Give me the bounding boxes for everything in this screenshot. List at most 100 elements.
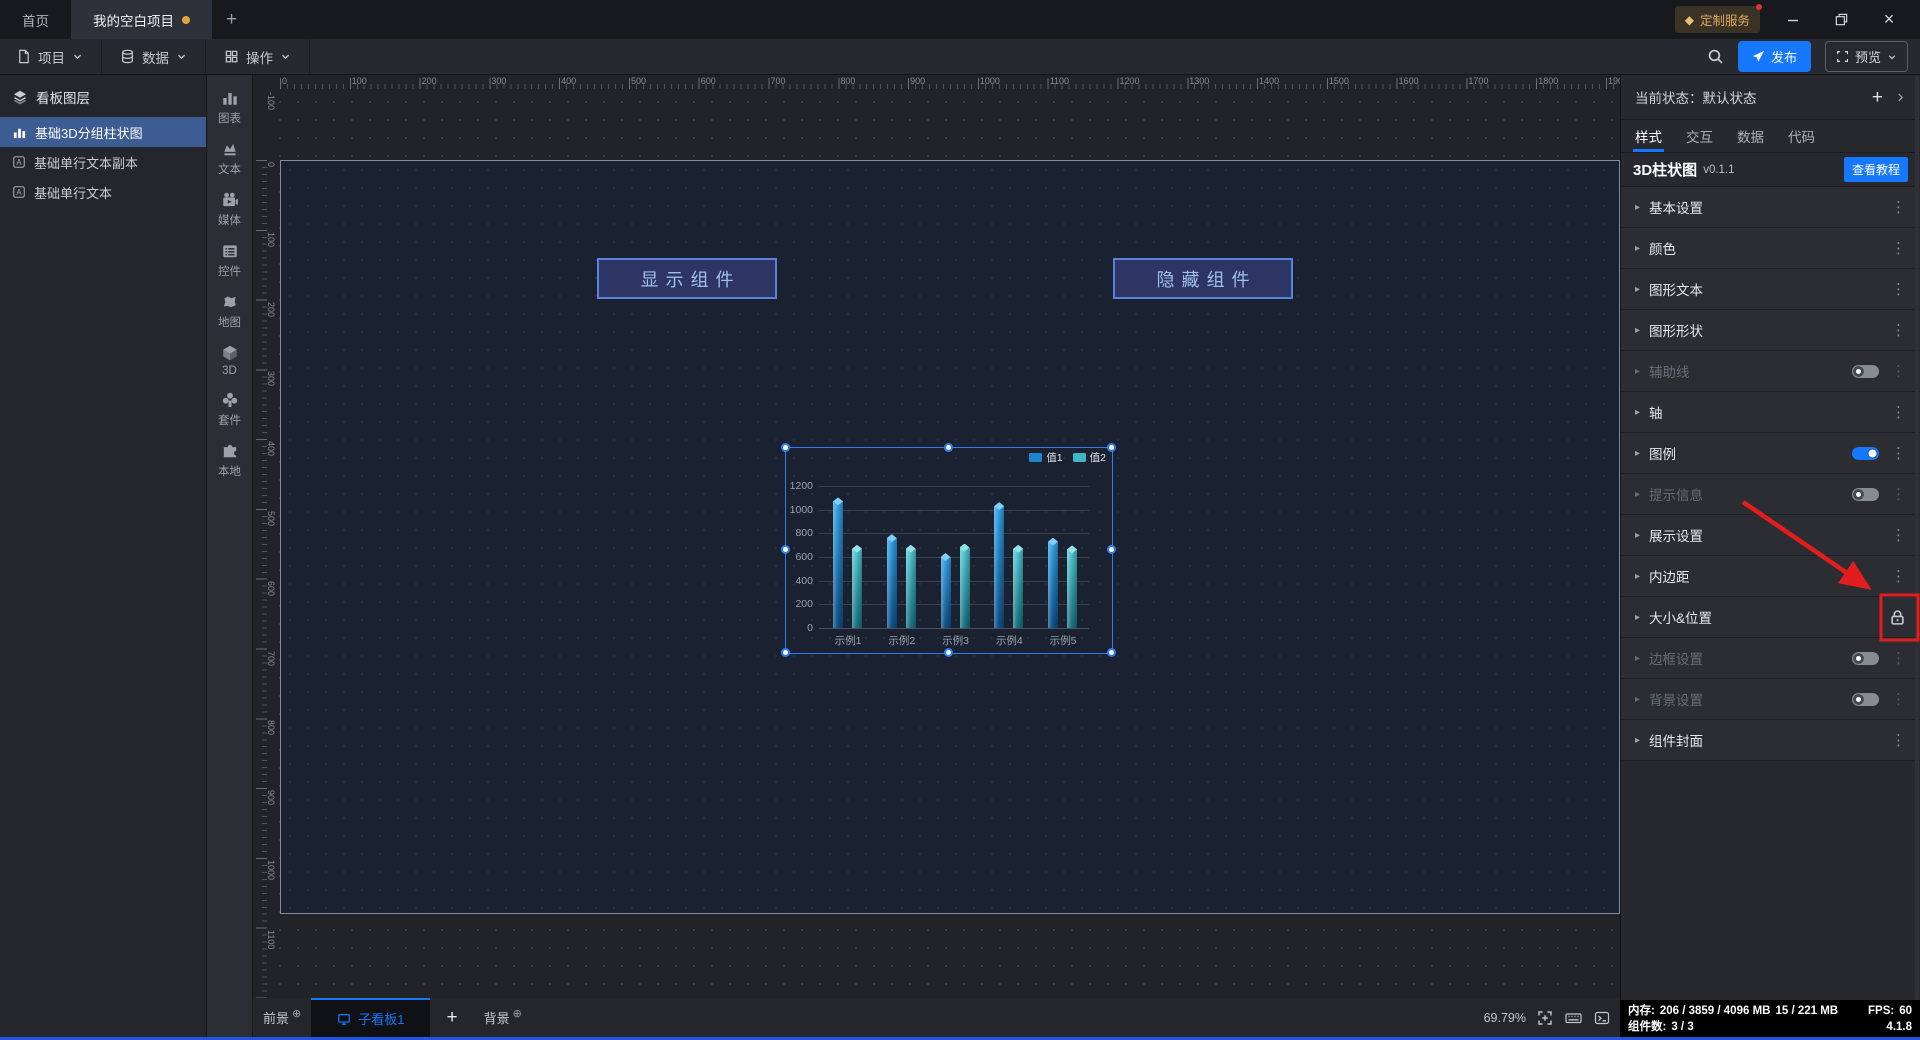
menu-data[interactable]: 数据 (102, 39, 206, 74)
kebab-menu-icon[interactable]: ⋮ (1891, 692, 1906, 707)
v-ruler-label: 100 (266, 231, 276, 247)
3d-bar-chart-component[interactable]: 0 200 400 600 800 1000 1200 示例1 示例2 示例3 示例4 示例5 值1 值2 (780, 442, 1116, 657)
v-ruler-label: 700 (266, 650, 276, 666)
legend-swatch (1029, 453, 1043, 462)
section-组件封面[interactable]: ▸ 组件封面 ⋮ (1621, 720, 1920, 761)
selection-handle[interactable] (780, 442, 790, 452)
section-基本设置[interactable]: ▸ 基本设置 ⋮ (1621, 187, 1920, 228)
layer-item-0[interactable]: 基础3D分组柱状图 (0, 117, 206, 147)
show-component-button[interactable]: 显示组件 (597, 258, 777, 299)
kebab-menu-icon[interactable]: ⋮ (1891, 405, 1906, 420)
selection-handle[interactable] (1106, 545, 1116, 554)
kebab-menu-icon[interactable]: ⋮ (1891, 323, 1906, 338)
layer-item-2[interactable]: A 基础单行文本 (0, 177, 206, 207)
h-ruler-label: 1800 (1538, 76, 1559, 86)
search-button[interactable] (1707, 48, 1724, 65)
new-tab-button[interactable]: + (212, 0, 251, 39)
section-提示信息[interactable]: ▸ 提示信息 ⋮ (1621, 474, 1920, 515)
legend-item[interactable]: 值1 (1029, 450, 1063, 465)
toggle-on[interactable] (1852, 446, 1879, 460)
maximize-button[interactable] (1826, 5, 1856, 35)
section-轴[interactable]: ▸ 轴 ⋮ (1621, 392, 1920, 433)
dock-item-3D[interactable]: 3D (207, 330, 252, 377)
chevron-right-icon: ▸ (1635, 447, 1641, 459)
toggle-off[interactable] (1852, 364, 1879, 378)
fit-to-screen-button[interactable] (1537, 1010, 1553, 1026)
selection-handle[interactable] (943, 442, 953, 452)
kebab-menu-icon[interactable]: ⋮ (1891, 651, 1906, 666)
foreground-label: 前景 (263, 1011, 290, 1026)
section-内边距[interactable]: ▸ 内边距 ⋮ (1621, 556, 1920, 597)
section-背景设置[interactable]: ▸ 背景设置 ⋮ (1621, 679, 1920, 720)
lock-icon[interactable] (1889, 609, 1906, 626)
kebab-menu-icon[interactable]: ⋮ (1891, 241, 1906, 256)
foreground-button[interactable]: 前景 ⊕ (253, 998, 311, 1037)
circle-plus-icon[interactable]: ⊕ (513, 1007, 522, 1020)
inspector-tab-代码[interactable]: 代码 (1788, 120, 1815, 152)
hide-component-button[interactable]: 隐藏组件 (1113, 258, 1293, 299)
toggle-off[interactable] (1852, 692, 1879, 706)
dock-item-地图[interactable]: 地图 (207, 279, 252, 330)
custom-service-badge[interactable]: ◆ 定制服务 (1674, 4, 1762, 33)
view-tutorial-button[interactable]: 查看教程 (1843, 157, 1908, 182)
inspector-tab-数据[interactable]: 数据 (1737, 120, 1764, 152)
selection-handle[interactable] (1106, 647, 1116, 657)
shortcut-keyboard-button[interactable] (1564, 1010, 1583, 1026)
board-tab-active[interactable]: 子看板1 (311, 998, 431, 1037)
memory-value: 206 / 3859 / 4096 MB (1659, 1005, 1771, 1017)
publish-button[interactable]: 发布 (1737, 41, 1811, 72)
section-边框设置[interactable]: ▸ 边框设置 ⋮ (1621, 638, 1920, 679)
circle-plus-icon[interactable]: ⊕ (292, 1007, 301, 1020)
selection-handle[interactable] (780, 647, 790, 657)
dock-item-图表[interactable]: 图表 (207, 75, 252, 126)
section-图形形状[interactable]: ▸ 图形形状 ⋮ (1621, 310, 1920, 351)
h-ruler-label: 300 (491, 76, 507, 86)
dock-item-控件[interactable]: 控件 (207, 228, 252, 279)
selection-handle[interactable] (1106, 442, 1116, 452)
layer-item-1[interactable]: A 基础单行文本副本 (0, 147, 206, 177)
section-图例[interactable]: ▸ 图例 ⋮ (1621, 433, 1920, 474)
kebab-menu-icon[interactable]: ⋮ (1891, 733, 1906, 748)
add-board-button[interactable]: + (430, 998, 473, 1037)
artboard[interactable]: 显示组件 隐藏组件 0 200 400 600 800 1000 1200 示例1 示例2 示例3… (280, 160, 1620, 914)
kebab-menu-icon[interactable]: ⋮ (1891, 446, 1906, 461)
chevron-right-icon[interactable] (1895, 92, 1906, 103)
close-button[interactable]: × (1874, 5, 1904, 35)
kebab-menu-icon[interactable]: ⋮ (1891, 569, 1906, 584)
dock-item-本地[interactable]: 本地 (207, 428, 252, 479)
selection-handle[interactable] (943, 647, 953, 657)
toggle-off[interactable] (1852, 487, 1879, 501)
inspector-tab-交互[interactable]: 交互 (1686, 120, 1713, 152)
dock-item-套件[interactable]: 套件 (207, 377, 252, 428)
section-辅助线[interactable]: ▸ 辅助线 ⋮ (1621, 351, 1920, 392)
toggle-off[interactable] (1852, 651, 1879, 665)
chevron-right-icon: ▸ (1635, 529, 1641, 541)
dock-item-文本[interactable]: 文本 (207, 126, 252, 177)
bar-值1-示例2 (886, 534, 897, 628)
section-图形文本[interactable]: ▸ 图形文本 ⋮ (1621, 269, 1920, 310)
canvas[interactable]: 0 100 200 300 400 500 600 700 800 900 1000 1100 1200… (253, 75, 1620, 998)
dock-item-媒体[interactable]: 媒体 (207, 177, 252, 228)
menu-project[interactable]: 项目 (0, 39, 102, 74)
kebab-menu-icon[interactable]: ⋮ (1891, 528, 1906, 543)
background-button[interactable]: 背景 ⊕ (474, 998, 532, 1037)
section-展示设置[interactable]: ▸ 展示设置 ⋮ (1621, 515, 1920, 556)
tab-project[interactable]: 我的空白项目 (71, 0, 212, 39)
components-count-label: 组件数: (1628, 1021, 1667, 1033)
section-大小&位置[interactable]: ▸ 大小&位置 (1621, 597, 1920, 638)
kebab-menu-icon[interactable]: ⋮ (1891, 487, 1906, 502)
scrollbar[interactable] (1915, 75, 1919, 1000)
console-button[interactable] (1594, 1010, 1610, 1026)
inspector-tab-样式[interactable]: 样式 (1633, 120, 1664, 152)
preview-button[interactable]: 预览 (1824, 41, 1908, 72)
minimize-button[interactable] (1778, 5, 1808, 35)
kebab-menu-icon[interactable]: ⋮ (1891, 200, 1906, 215)
menu-actions[interactable]: 操作 (206, 39, 310, 74)
legend-item[interactable]: 值2 (1072, 450, 1106, 465)
diamond-icon: ◆ (1684, 12, 1694, 27)
kebab-menu-icon[interactable]: ⋮ (1891, 282, 1906, 297)
tab-home[interactable]: 首页 (0, 0, 71, 39)
kebab-menu-icon[interactable]: ⋮ (1891, 364, 1906, 379)
add-state-button[interactable]: + (1872, 88, 1883, 107)
section-颜色[interactable]: ▸ 颜色 ⋮ (1621, 228, 1920, 269)
